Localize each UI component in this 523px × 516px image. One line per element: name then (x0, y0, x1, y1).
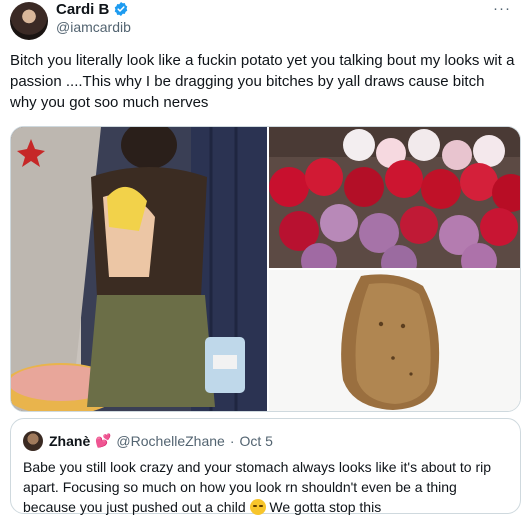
grimacing-emoji-icon (249, 499, 266, 515)
author-avatar[interactable] (10, 2, 48, 40)
photo-potato[interactable] (269, 270, 520, 411)
verified-badge-icon (115, 2, 128, 16)
quoted-author-avatar[interactable] (23, 431, 43, 451)
hearts-emoji: 💕 (95, 433, 112, 448)
author-name[interactable]: Cardi B (56, 1, 109, 18)
quoted-tweet-date[interactable]: Oct 5 (239, 433, 272, 449)
author-name-row: Cardi B (56, 0, 129, 18)
separator-dot: · (229, 433, 235, 449)
quoted-author-name[interactable]: Zhanè (49, 433, 90, 449)
quoted-tweet-text: Babe you still look crazy and your stoma… (23, 457, 513, 516)
quoted-author-handle[interactable]: @RochelleZhane (116, 433, 224, 449)
photo-woman[interactable] (11, 127, 267, 411)
media-grid (10, 126, 521, 412)
more-options-icon[interactable]: ··· (493, 0, 511, 17)
quoted-tweet[interactable]: Zhanè 💕 @RochelleZhane · Oct 5 Babe you … (10, 418, 521, 516)
photo-roses[interactable] (269, 127, 520, 268)
tweet-text: Bitch you literally look like a fuckin p… (10, 52, 515, 111)
author-handle[interactable]: @iamcardib (56, 19, 131, 35)
quoted-tweet-header: Zhanè 💕 @RochelleZhane · Oct 5 (49, 431, 273, 451)
